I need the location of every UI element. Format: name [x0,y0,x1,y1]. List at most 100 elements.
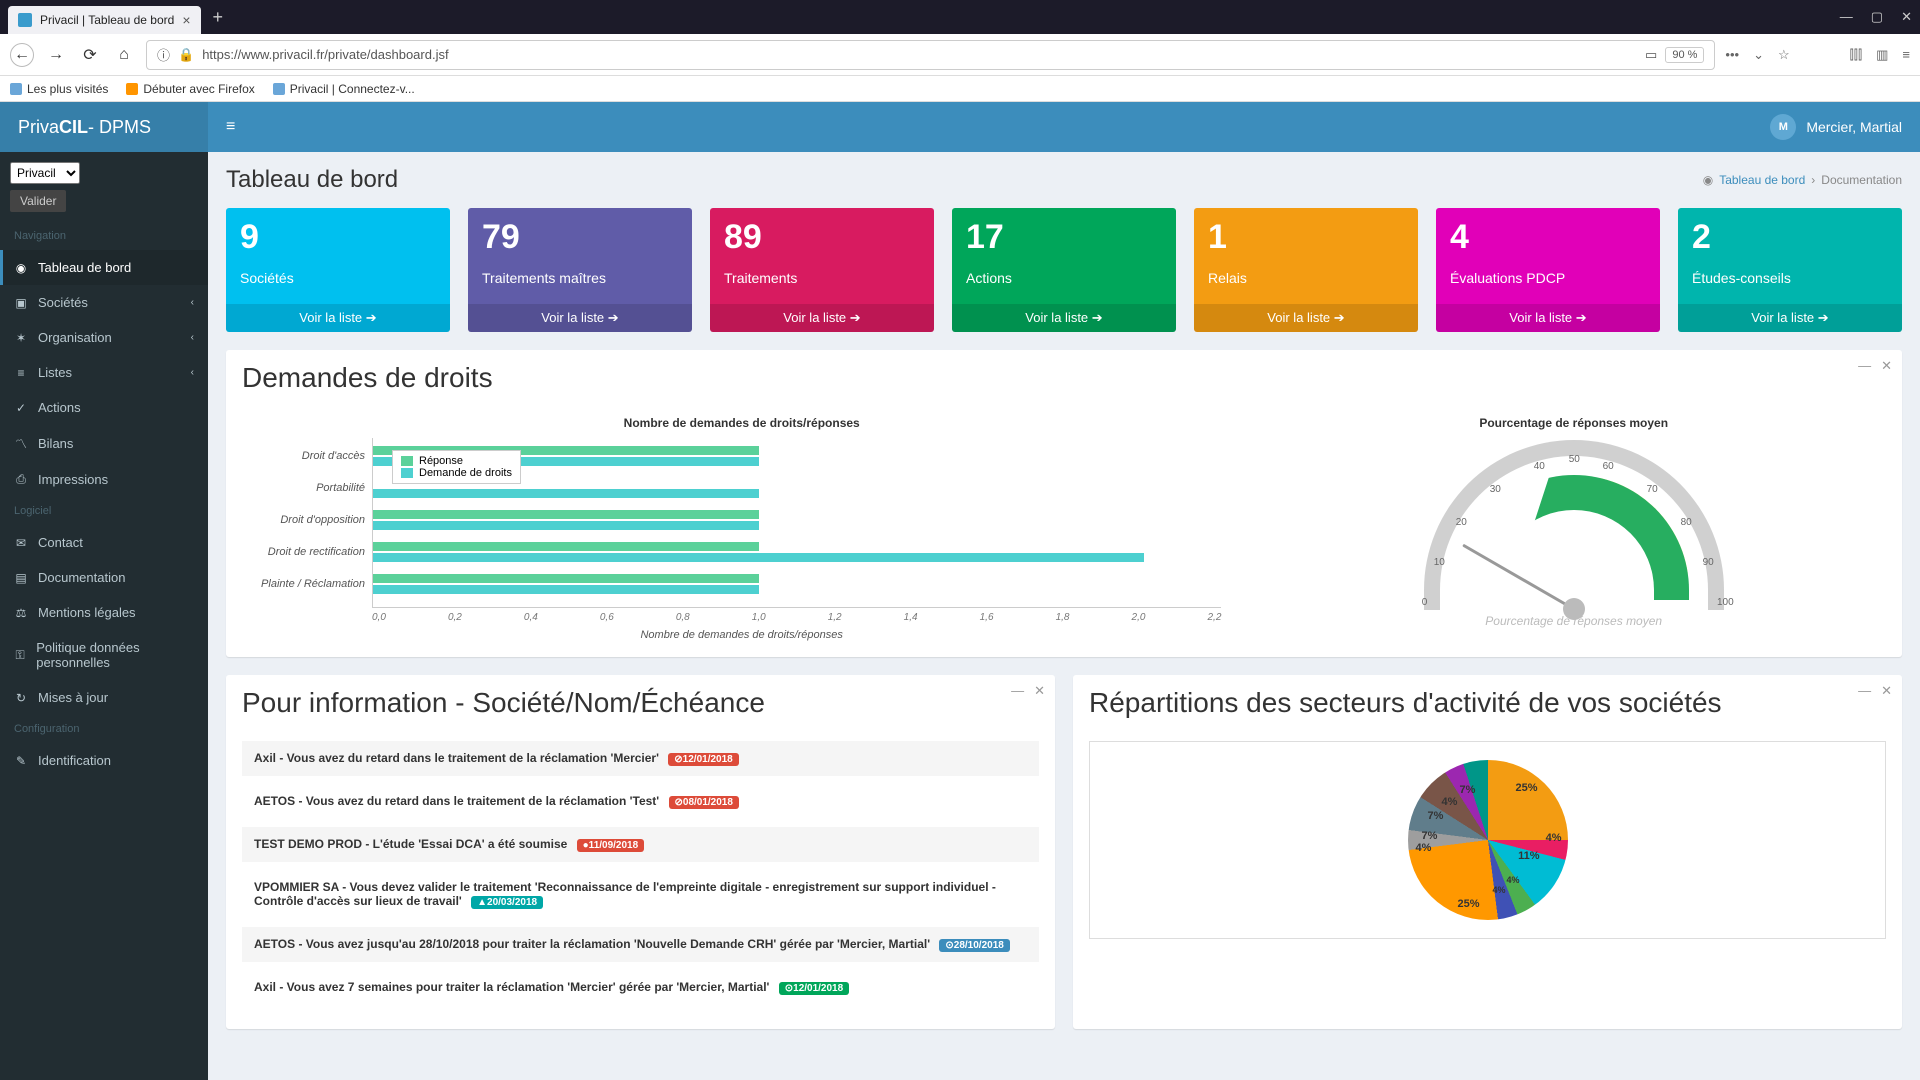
sidebar-item[interactable]: ≡Listes‹ [0,355,208,390]
chevron-left-icon: ‹ [191,297,194,308]
sidebar-icon: ≡ [14,366,28,380]
company-select[interactable]: Privacil [10,162,80,184]
sidebar-icon: ▣ [14,296,28,310]
sidebar-item[interactable]: ⎙Impressions [0,462,208,497]
sidebar-item[interactable]: ↻Mises à jour [0,680,208,715]
sidebar-item[interactable]: ▣Sociétés‹ [0,285,208,320]
sidebar-item[interactable]: ✉Contact [0,525,208,560]
bookmark-item[interactable]: Privacil | Connectez-v... [273,82,415,96]
arrow-right-icon: ➔ [1092,310,1103,325]
valider-button[interactable]: Valider [10,190,66,212]
sidebar-item[interactable]: ✎Identification [0,743,208,778]
stat-link[interactable]: Voir la liste ➔ [226,304,450,332]
sidebar-section-logiciel: Logiciel [0,497,208,525]
library-icon[interactable]: ⫿⫿⫿ [1850,47,1862,63]
back-button[interactable]: ← [10,43,34,67]
breadcrumb-home[interactable]: Tableau de bord [1719,173,1805,187]
stat-box: 4Évaluations PDCPVoir la liste ➔ [1436,208,1660,332]
stat-link[interactable]: Voir la liste ➔ [1194,304,1418,332]
sidebar-icon: ⚖ [14,606,28,620]
stat-box: 17 Actions Voir la liste ➔ [952,208,1176,332]
zoom-level[interactable]: 90 % [1665,47,1704,63]
sidebar-icon: 〽 [14,435,28,452]
close-panel-icon[interactable]: ✕ [1881,683,1892,699]
brand[interactable]: PrivaCIL - DPMS [0,102,208,152]
sidebar: Privacil Valider Navigation ◉Tableau de … [0,152,208,1080]
sidebar-item[interactable]: ⚿Politique données personnelles [0,630,208,680]
sidebar-item[interactable]: ⚖Mentions légales [0,595,208,630]
forward-button[interactable]: → [44,43,68,67]
stat-number: 17 [966,220,1162,254]
stat-link[interactable]: Voir la liste ➔ [468,304,692,332]
sidebar-item[interactable]: ▤Documentation [0,560,208,595]
info-icon[interactable]: ⓘ [157,45,170,64]
stat-label: Actions [966,270,1162,286]
new-tab-button[interactable]: + [213,7,224,28]
info-item[interactable]: VPOMMIER SA - Vous devez valider le trai… [242,870,1039,919]
date-badge: ⊙28/10/2018 [939,939,1009,952]
bar-demande [373,521,759,530]
bookmark-icon [273,83,285,95]
stat-link[interactable]: Voir la liste ➔ [952,304,1176,332]
reader-mode-icon[interactable]: ▭ [1645,47,1657,63]
stat-number: 2 [1692,220,1888,254]
pocket-icon[interactable]: ⌄ [1753,47,1764,63]
panel-info: — ✕ Pour information - Société/Nom/Échéan… [226,675,1055,1029]
close-tab-icon[interactable]: × [182,12,190,28]
bookmark-item[interactable]: Débuter avec Firefox [126,82,254,96]
maximize-icon[interactable]: ▢ [1871,9,1883,25]
info-item[interactable]: Axil - Vous avez 7 semaines pour traiter… [242,970,1039,1005]
info-item[interactable]: Axil - Vous avez du retard dans le trait… [242,741,1039,776]
stat-box: 89TraitementsVoir la liste ➔ [710,208,934,332]
browser-nav-bar: ← → ⟳ ⌂ ⓘ 🔒 https://www.privacil.fr/priv… [0,34,1920,76]
panel-rights-title: Demandes de droits [242,362,493,394]
dashboard-icon: ◉ [1703,173,1713,187]
bar-category: Droit d'opposition [243,514,373,526]
close-panel-icon[interactable]: ✕ [1881,358,1892,374]
gauge-chart: Pourcentage de réponses moyen [1261,416,1886,641]
sidebar-icon: ↻ [14,691,28,705]
sidebar-section-nav: Navigation [0,222,208,250]
sidebar-toggle-icon[interactable]: ≡ [208,118,253,136]
bar-demande [373,553,1144,562]
breadcrumb-current: Documentation [1821,173,1902,187]
arrow-right-icon: ➔ [1334,310,1345,325]
reload-button[interactable]: ⟳ [78,43,102,67]
more-icon[interactable]: ••• [1725,47,1739,62]
minimize-icon[interactable]: — [1840,9,1853,25]
info-item[interactable]: TEST DEMO PROD - L'étude 'Essai DCA' a é… [242,827,1039,862]
close-window-icon[interactable]: ✕ [1901,9,1912,25]
bookmark-star-icon[interactable]: ☆ [1778,47,1790,63]
home-button[interactable]: ⌂ [112,43,136,67]
tab-favicon [18,13,32,27]
browser-tab[interactable]: Privacil | Tableau de bord × [8,6,201,34]
date-badge: ▲20/03/2018 [471,896,543,909]
collapse-icon[interactable]: — [1858,358,1871,374]
info-item[interactable]: AETOS - Vous avez du retard dans le trai… [242,784,1039,819]
info-item[interactable]: AETOS - Vous avez jusqu'au 28/10/2018 po… [242,927,1039,962]
collapse-icon[interactable]: — [1858,683,1871,699]
arrow-right-icon: ➔ [1818,310,1829,325]
collapse-icon[interactable]: — [1011,683,1024,699]
lock-icon: 🔒 [178,47,194,63]
sidebar-icon: ✉ [14,536,28,550]
browser-tab-strip: Privacil | Tableau de bord × + — ▢ ✕ [0,0,1920,34]
close-panel-icon[interactable]: ✕ [1034,683,1045,699]
url-bar[interactable]: ⓘ 🔒 https://www.privacil.fr/private/dash… [146,40,1715,70]
sidebar-item[interactable]: ✶Organisation‹ [0,320,208,355]
sidebar-icon[interactable]: ▥ [1876,47,1888,63]
stat-link[interactable]: Voir la liste ➔ [1678,304,1902,332]
bookmark-item[interactable]: Les plus visités [10,82,108,96]
sidebar-item[interactable]: 〽Bilans [0,425,208,462]
stat-link[interactable]: Voir la liste ➔ [710,304,934,332]
user-menu[interactable]: M Mercier, Martial [1770,114,1902,140]
sidebar-item[interactable]: ◉Tableau de bord [0,250,208,285]
menu-icon[interactable]: ≡ [1902,47,1910,62]
stat-link[interactable]: Voir la liste ➔ [1436,304,1660,332]
bar-reponse [373,542,759,551]
sidebar-icon: ✎ [14,754,28,768]
panel-info-title: Pour information - Société/Nom/Échéance [242,687,765,719]
sidebar-icon: ▤ [14,571,28,585]
tab-title: Privacil | Tableau de bord [40,13,174,27]
sidebar-item[interactable]: ✓Actions [0,390,208,425]
